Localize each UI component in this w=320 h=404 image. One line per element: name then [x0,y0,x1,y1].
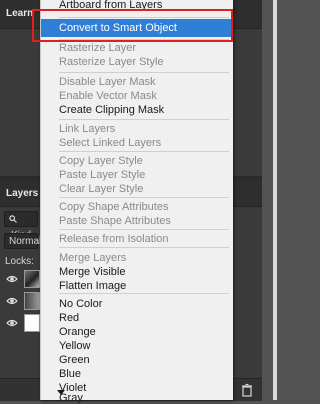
menu-separator [59,293,229,294]
search-icon [9,215,17,223]
menu-item-paste-shape-attributes[interactable]: Paste Shape Attributes [41,212,233,230]
chevron-down-icon[interactable] [57,390,65,395]
layer-filter-dropdown[interactable]: Kind [4,211,38,241]
tab-layers[interactable]: Layers [6,188,38,199]
layer-thumbnail [24,314,40,332]
tab-learn[interactable]: Learn [6,8,33,19]
eye-icon[interactable] [6,295,18,307]
eye-icon[interactable] [6,273,18,285]
layer-row[interactable] [0,268,40,290]
blend-mode-dropdown[interactable]: Normal [4,233,41,249]
layer-context-menu: Artboard from Layers Convert to Smart Ob… [40,0,277,404]
layer-row[interactable] [0,290,40,312]
eye-icon[interactable] [6,317,18,329]
menu-item-rasterize-layer-style[interactable]: Rasterize Layer Style [41,53,233,71]
menu-edge [273,0,277,400]
menu-item-gray[interactable]: Gray [41,393,233,404]
menu-item-create-clipping-mask[interactable]: Create Clipping Mask [41,101,233,119]
layer-thumbnail [24,270,40,288]
menu-item-select-linked-layers[interactable]: Select Linked Layers [41,134,233,152]
locks-label: Locks: [5,256,34,267]
menu-item-clear-layer-style[interactable]: Clear Layer Style [41,180,233,198]
trash-icon[interactable] [240,383,254,397]
menu-item-release-from-isolation[interactable]: Release from Isolation [41,230,233,248]
layer-thumbnail [24,292,40,310]
annotation-highlight-box [32,9,233,42]
layer-row[interactable] [0,312,40,334]
menu-separator [59,247,229,248]
